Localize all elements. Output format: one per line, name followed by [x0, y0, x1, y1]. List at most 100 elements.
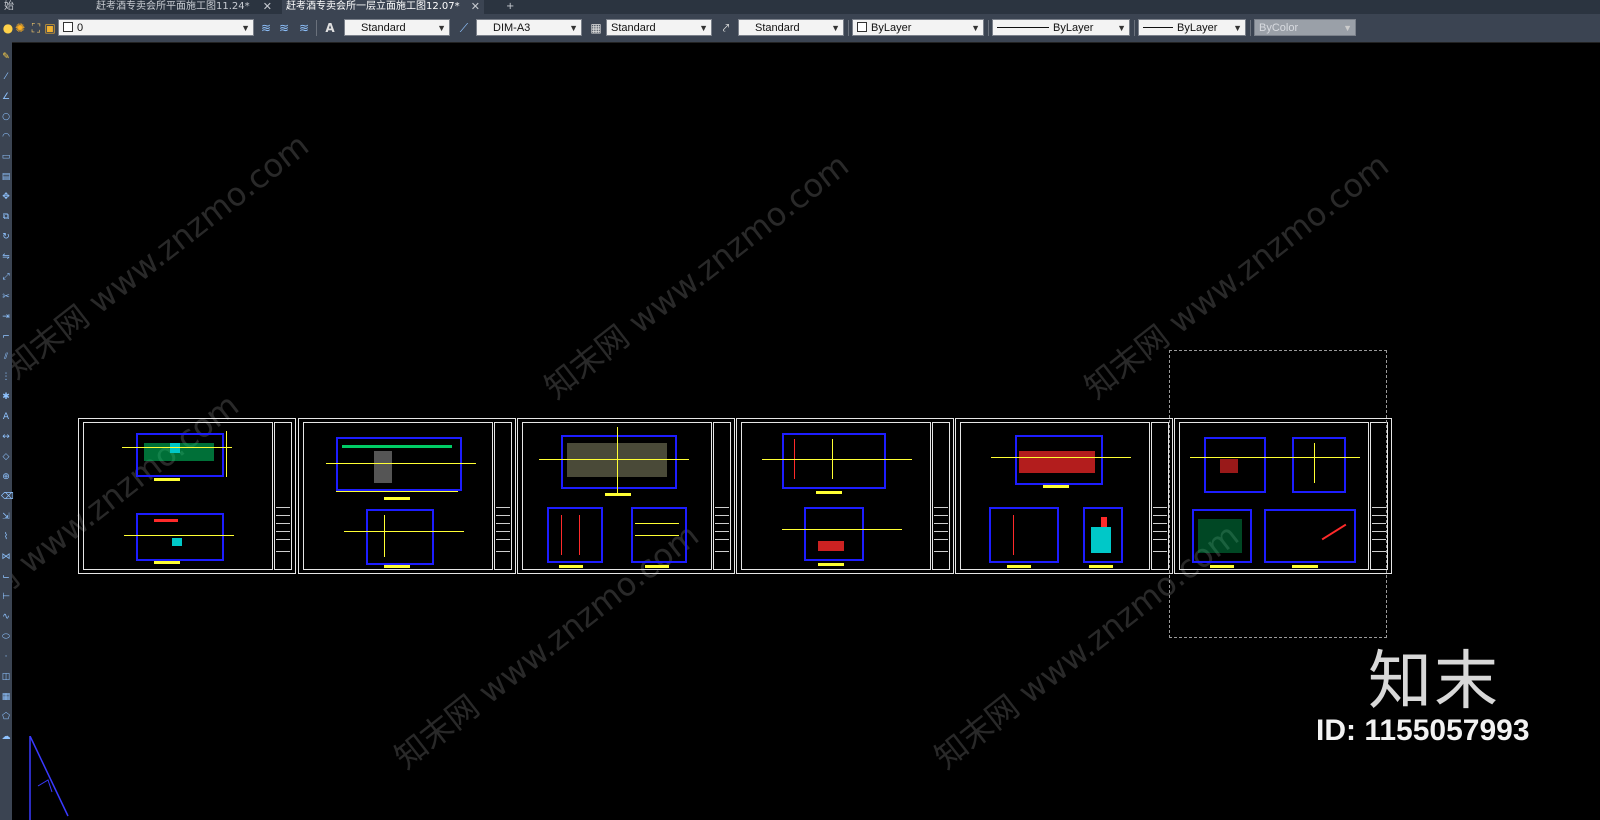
new-tab-button[interactable]: + — [502, 0, 520, 14]
multileader-style-icon[interactable]: ⤤ — [718, 20, 734, 36]
layer-dropdown[interactable]: 0 ▼ — [58, 19, 254, 36]
chamfer-icon[interactable]: ⌙ — [1, 572, 11, 582]
toolbar-separator — [988, 20, 989, 36]
tab-label: 赶考酒专卖会所平面施工图11.24* — [96, 1, 250, 12]
sun-icon[interactable]: ✺ — [12, 20, 28, 36]
text-icon[interactable]: A — [1, 412, 11, 422]
brand-logo: 知末 — [1368, 645, 1500, 719]
color-dropdown[interactable]: ByLayer ▼ — [852, 19, 984, 36]
elevation-viewport — [136, 513, 224, 561]
insert-icon[interactable]: ⊕ — [1, 472, 11, 482]
table-icon[interactable]: ▦ — [1, 692, 11, 702]
stretch-icon[interactable]: ⇲ — [1, 512, 11, 522]
tab-label: 赶考酒专卖会所一层立面施工图12.07* — [286, 1, 460, 12]
polygon-icon[interactable]: ⬠ — [1, 712, 11, 722]
shelf-line — [635, 523, 679, 524]
dimension-line — [762, 459, 912, 460]
cabinet-fill — [1019, 451, 1095, 473]
asset-id-label: ID: 1155057993 — [1316, 714, 1530, 747]
view-title — [154, 478, 180, 481]
scale-icon[interactable]: ⤢ — [1, 272, 11, 282]
drawing-canvas[interactable]: 知末网 www.znzmo.com 知末网 www.znzmo.com 知末网 … — [12, 42, 1600, 820]
view-title — [559, 565, 583, 568]
view-title — [818, 563, 844, 566]
title-block — [932, 422, 950, 570]
drawing-sheet-1[interactable] — [78, 418, 296, 574]
fillet-icon[interactable]: ⌐ — [1, 332, 11, 342]
elevation-viewport — [804, 507, 864, 561]
table-style-icon[interactable]: ▦ — [588, 20, 604, 36]
point-icon[interactable]: · — [1, 652, 11, 662]
layer-properties-icon[interactable]: ≋ — [258, 20, 274, 36]
toolbar-separator — [848, 20, 849, 36]
close-icon[interactable]: ✕ — [471, 0, 480, 14]
shelf-line — [635, 535, 679, 536]
dimension-icon[interactable]: ↔ — [1, 432, 11, 442]
view-title — [384, 497, 410, 500]
elevation-viewport — [989, 507, 1059, 563]
tab-start[interactable]: 始 — [0, 0, 64, 14]
rotate-icon[interactable]: ↻ — [1, 232, 11, 242]
linetype-dropdown[interactable]: ByLayer ▼ — [992, 19, 1130, 36]
erase-icon[interactable]: ⌫ — [1, 492, 14, 502]
region-icon[interactable]: ◫ — [1, 672, 11, 682]
join-icon[interactable]: ⋈ — [1, 552, 11, 562]
trim-icon[interactable]: ✂ — [1, 292, 11, 302]
arc-icon[interactable]: ◠ — [1, 132, 11, 142]
text-style-dropdown[interactable]: Standard ▼ — [344, 19, 450, 36]
linetype-value: ByLayer — [1053, 22, 1094, 34]
mirror-icon[interactable]: ⇋ — [1, 252, 11, 262]
layer-state-icon[interactable]: ≋ — [276, 20, 292, 36]
dimension-style-icon[interactable]: ⟋ — [456, 20, 472, 36]
table-style-dropdown[interactable]: Standard ▼ — [606, 19, 712, 36]
spline-icon[interactable]: ∿ — [1, 612, 11, 622]
molding-line — [342, 445, 452, 448]
rectangle-icon[interactable]: ▭ — [1, 152, 11, 162]
dimension-line — [124, 535, 234, 536]
block-icon[interactable]: ◇ — [1, 452, 11, 462]
dimension-style-dropdown[interactable]: DIM-A3 ▼ — [476, 19, 582, 36]
measure-icon[interactable]: ⊢ — [1, 592, 11, 602]
properties-toolbar: ● ✺ ⛶ ▣ 0 ▼ ≋ ≋ ≋ A Standard ▼ ⟋ DIM-A3 … — [0, 14, 1600, 43]
pencil-icon[interactable]: ✎ — [1, 52, 11, 62]
break-icon[interactable]: ⌇ — [1, 532, 11, 542]
circle-icon[interactable]: ○ — [1, 112, 11, 122]
polyline-icon[interactable]: ∠ — [1, 92, 11, 102]
explode-icon[interactable]: ✱ — [1, 392, 11, 402]
extend-icon[interactable]: ⇥ — [1, 312, 11, 322]
elevation-viewport — [547, 507, 603, 563]
drawing-sheet-5[interactable] — [955, 418, 1173, 574]
lock-icon[interactable]: ▣ — [42, 20, 58, 36]
view-title — [1007, 565, 1031, 568]
toolbar-separator — [1250, 20, 1251, 36]
lineweight-dropdown[interactable]: ByLayer ▼ — [1138, 19, 1246, 36]
linetype-sample-icon — [997, 27, 1049, 28]
chevron-down-icon: ▼ — [569, 23, 578, 33]
array-icon[interactable]: ⋮ — [1, 372, 11, 382]
title-block — [494, 422, 512, 570]
table-style-value: Standard — [611, 22, 656, 34]
text-style-icon[interactable]: A — [322, 20, 338, 36]
layer-value: 0 — [77, 22, 84, 34]
watermark: 知末网 www.znzmo.com — [537, 145, 856, 407]
tab-elevation[interactable]: 赶考酒专卖会所一层立面施工图12.07* ✕ — [282, 0, 484, 14]
title-block — [274, 422, 292, 570]
multileader-style-dropdown[interactable]: Standard ▼ — [738, 19, 844, 36]
copy-icon[interactable]: ⧉ — [1, 212, 11, 222]
drawing-sheet-4[interactable] — [736, 418, 954, 574]
close-icon[interactable]: ✕ — [263, 0, 272, 14]
lineweight-sample-icon — [1143, 27, 1173, 28]
layer-match-icon[interactable]: ≋ — [296, 20, 312, 36]
line-icon[interactable]: ⁄ — [1, 72, 11, 82]
hatch-icon[interactable]: ▤ — [1, 172, 11, 182]
drawing-sheet-3[interactable] — [517, 418, 735, 574]
door-line — [561, 515, 562, 555]
drawing-sheet-2[interactable] — [298, 418, 516, 574]
plot-style-value: ByColor — [1259, 22, 1299, 34]
move-icon[interactable]: ✥ — [1, 192, 11, 202]
text-style-value: Standard — [361, 22, 406, 34]
tab-floor-plan[interactable]: 赶考酒专卖会所平面施工图11.24* ✕ — [92, 0, 276, 14]
ellipse-icon[interactable]: ⬭ — [1, 632, 11, 642]
revcloud-icon[interactable]: ☁ — [1, 732, 11, 742]
offset-icon[interactable]: ⫽ — [1, 352, 11, 362]
